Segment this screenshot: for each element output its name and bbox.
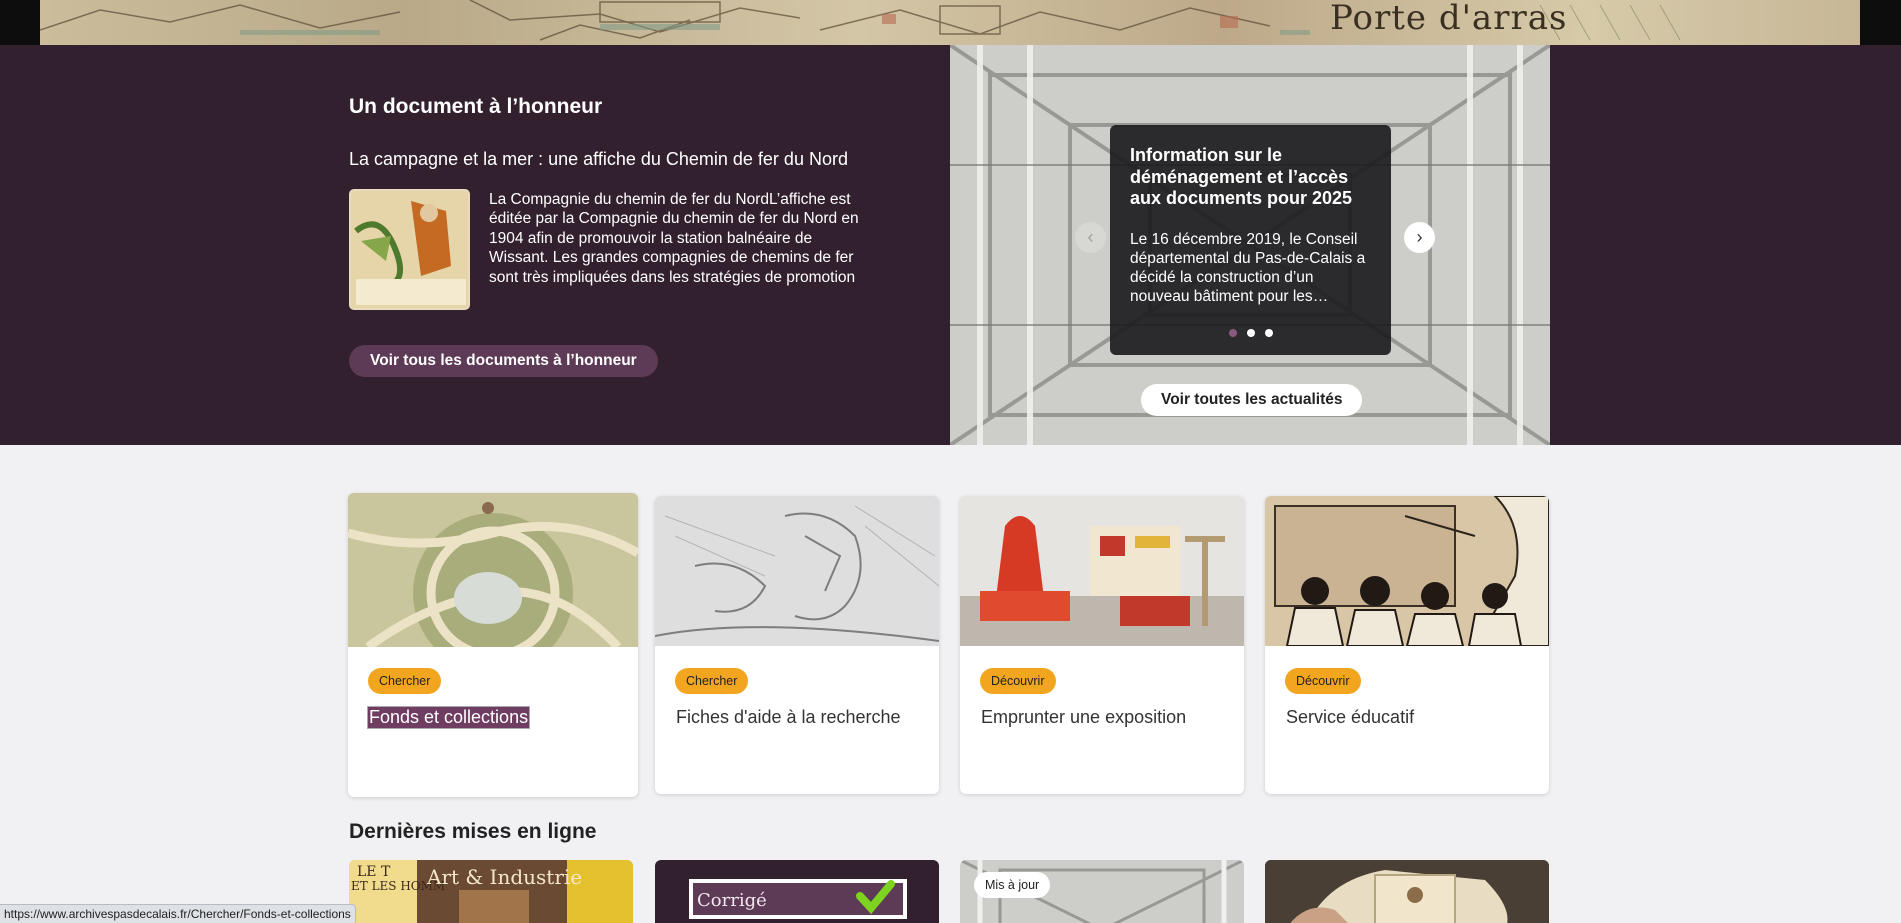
card-fiches-aide[interactable]: Chercher Fiches d'aide à la recherche — [655, 496, 939, 794]
honneur-summary: La Compagnie du chemin de fer du NordL’a… — [489, 191, 859, 286]
honneur-heading: Un document à l’honneur — [349, 95, 603, 118]
card-title[interactable]: Fonds et collections — [366, 706, 531, 729]
category-badge: Chercher — [368, 668, 442, 694]
latest-thumb[interactable]: LE T ET LES HOMM Art & Industrie — [349, 860, 633, 923]
banner-map-image: Porte d'arras — [40, 0, 1860, 45]
chevron-left-icon: ‹ — [1087, 227, 1094, 247]
see-all-documents-button[interactable]: Voir tous les documents à l’honneur — [349, 345, 658, 377]
chevron-right-icon: › — [1416, 227, 1423, 247]
card-image-classroom — [1265, 496, 1549, 646]
news-card-text: Le 16 décembre 2019, le Conseil départem… — [1130, 230, 1366, 305]
latest-uploads-heading: Dernières mises en ligne — [349, 820, 597, 843]
carousel-dot[interactable] — [1264, 329, 1273, 337]
see-all-news-button[interactable]: Voir toutes les actualités — [1141, 384, 1363, 416]
map-caption: Porte d'arras — [1330, 0, 1568, 38]
thumb-text-corrige: Corrigé — [697, 890, 767, 911]
card-image-garden-plan — [348, 493, 638, 647]
card-fonds-collections[interactable]: Chercher Fonds et collections — [348, 493, 638, 797]
carousel-prev-button[interactable]: ‹ — [1075, 222, 1106, 253]
carousel-dot[interactable] — [1246, 329, 1255, 337]
carousel-dots — [1110, 329, 1391, 337]
category-badge: Découvrir — [1285, 668, 1361, 694]
card-service-educatif[interactable]: Découvrir Service éducatif — [1265, 496, 1549, 794]
news-card[interactable]: Information sur le déménagement et l’acc… — [1110, 125, 1391, 355]
carousel-dot[interactable] — [1228, 329, 1237, 337]
latest-thumb[interactable]: Corrigé — [655, 860, 939, 923]
thumb-text-a: LE T — [357, 864, 391, 880]
latest-thumb[interactable]: Mis à jour — [960, 860, 1244, 923]
status-bar-url: https://www.archivespasdecalais.fr/Cherc… — [0, 904, 356, 923]
card-title[interactable]: Service éducatif — [1286, 707, 1414, 728]
news-card-title[interactable]: Information sur le déménagement et l’acc… — [1130, 145, 1371, 210]
card-title[interactable]: Fiches d'aide à la recherche — [676, 707, 901, 728]
honneur-thumbnail[interactable] — [349, 189, 470, 310]
card-image-exhibition — [960, 496, 1244, 646]
card-image-sketch — [655, 496, 939, 646]
card-emprunter-exposition[interactable]: Découvrir Emprunter une exposition — [960, 496, 1244, 794]
thumb-text-c: Art & Industrie — [426, 865, 582, 889]
latest-thumb[interactable] — [1265, 860, 1549, 923]
card-title[interactable]: Emprunter une exposition — [981, 707, 1186, 728]
carousel-next-button[interactable]: › — [1404, 222, 1435, 253]
updated-badge: Mis à jour — [974, 872, 1051, 898]
honneur-document-title[interactable]: La campagne et la mer : une affiche du C… — [349, 149, 848, 170]
category-badge: Découvrir — [980, 668, 1056, 694]
news-carousel: Information sur le déménagement et l’acc… — [950, 45, 1550, 445]
category-badge: Chercher — [675, 668, 749, 694]
